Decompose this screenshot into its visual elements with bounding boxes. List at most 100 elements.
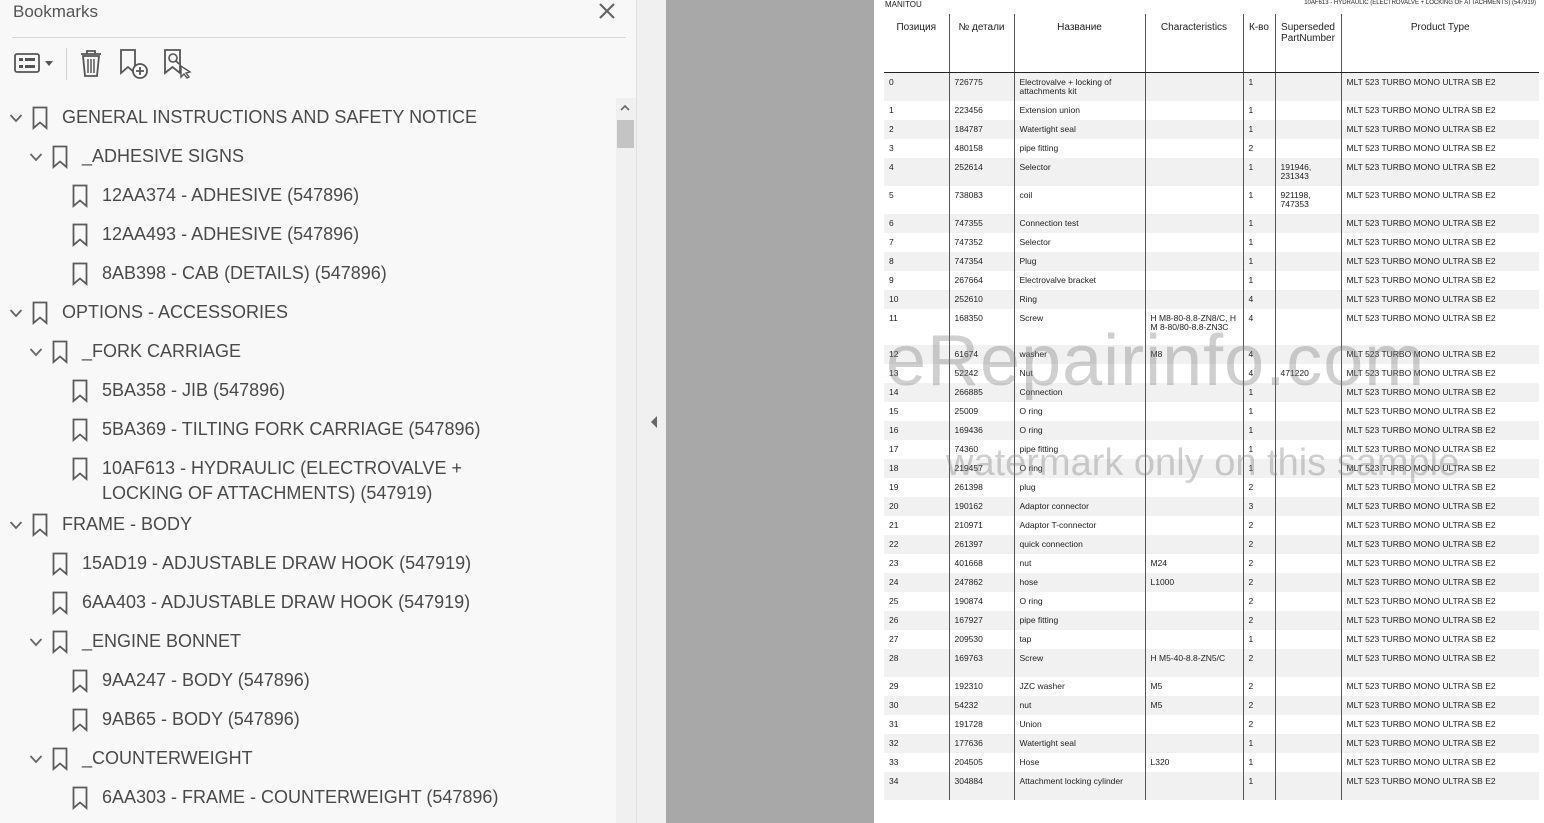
table-cell: Nut [1014, 364, 1146, 383]
table-cell: plug [1014, 478, 1146, 497]
bookmark-item[interactable]: 9AA247 - BODY (547896) [46, 668, 606, 693]
table-cell: 267664 [949, 271, 1015, 290]
table-cell [1145, 421, 1244, 440]
table-cell [1275, 233, 1342, 252]
table-cell: 6 [884, 214, 950, 233]
bookmark-item[interactable]: 9AB65 - BODY (547896) [46, 707, 606, 732]
scroll-thumb[interactable] [617, 120, 634, 148]
bookmark-icon [72, 707, 90, 732]
bookmark-item[interactable]: _ADHESIVE SIGNS [26, 144, 606, 169]
bookmark-item[interactable]: 5BA358 - JIB (547896) [46, 378, 606, 403]
column-header: Позиция [884, 14, 950, 73]
bookmark-label: 6AA403 - ADJUSTABLE DRAW HOOK (547919) [82, 592, 471, 612]
column-header: К-во [1243, 14, 1276, 73]
table-cell: Connection test [1014, 214, 1146, 233]
new-bookmark-icon[interactable] [116, 46, 150, 80]
bookmark-icon [72, 668, 90, 693]
table-cell: 1 [1243, 101, 1276, 120]
bookmark-item[interactable]: 10AF613 - HYDRAULIC (ELECTROVALVE + LOCK… [46, 456, 606, 506]
table-cell: Watertight seal [1014, 734, 1146, 753]
table-cell [1275, 383, 1342, 402]
table-cell: MLT 523 TURBO MONO ULTRA SB E2 [1341, 497, 1539, 516]
panel-splitter[interactable] [636, 0, 667, 823]
close-icon[interactable] [596, 0, 618, 22]
bookmark-item[interactable]: 12AA374 - ADHESIVE (547896) [46, 183, 606, 208]
trash-icon[interactable] [76, 46, 106, 80]
scroll-up-icon[interactable] [618, 101, 632, 115]
table-cell [1275, 459, 1342, 478]
chevron-down-icon[interactable] [26, 339, 46, 364]
table-cell: 20 [884, 497, 950, 516]
table-cell [1275, 535, 1342, 554]
chevron-down-icon[interactable] [6, 300, 26, 325]
table-cell: 2 [1243, 611, 1276, 630]
table-cell: 192310 [949, 677, 1015, 696]
bookmark-label: _ENGINE BONNET [82, 631, 242, 651]
bookmark-item[interactable]: _FORK CARRIAGE [26, 339, 606, 364]
table-cell: 204505 [949, 753, 1015, 772]
table-cell: 3 [884, 139, 950, 158]
table-cell: 28 [884, 649, 950, 677]
table-cell [1275, 478, 1342, 497]
bookmark-icon [52, 144, 70, 169]
bookmark-label: OPTIONS - ACCESSORIES [62, 302, 289, 322]
chevron-down-icon[interactable] [26, 746, 46, 771]
chevron-down-icon[interactable] [26, 629, 46, 654]
table-cell: 2 [1243, 696, 1276, 715]
bookmark-item[interactable]: 12AA493 - ADHESIVE (547896) [46, 222, 606, 247]
options-menu-icon[interactable] [12, 46, 58, 80]
table-cell: 4 [1243, 364, 1276, 383]
table-row: 16 169436 O ring 1 MLT 523 TURBO MONO ULTRA … [884, 421, 1539, 440]
bookmark-label: 8AB398 - CAB (DETAILS) (547896) [102, 263, 387, 283]
bookmark-label: 5BA358 - JIB (547896) [102, 380, 286, 400]
table-cell: MLT 523 TURBO MONO ULTRA SB E2 [1346, 143, 1496, 153]
find-bookmark-icon[interactable] [160, 46, 194, 80]
chevron-down-icon[interactable] [6, 105, 26, 130]
table-cell: 252610 [949, 290, 1015, 309]
table-cell [1145, 715, 1244, 734]
table-row: 11 168350 Screw H M8-80-8.8-ZN8/C, H M 8-80… [884, 309, 1539, 345]
table-cell: pipe fitting [1014, 611, 1146, 630]
table-cell [1275, 753, 1342, 772]
bookmark-item[interactable]: GENERAL INSTRUCTIONS AND SAFETY NOTICE [6, 105, 606, 130]
table-cell: MLT 523 TURBO MONO ULTRA SB E2 [1341, 573, 1539, 592]
table-cell: Selector [1014, 158, 1146, 186]
table-cell: 18 [884, 459, 950, 478]
table-cell [1275, 573, 1342, 592]
table-cell: 1 [884, 101, 950, 120]
scrollbar[interactable] [616, 98, 636, 823]
table-cell: MLT 523 TURBO MONO ULTRA SB E2 [1341, 158, 1539, 186]
table-cell [1275, 214, 1342, 233]
table-cell: MLT 523 TURBO MONO ULTRA SB E2 [1346, 406, 1496, 416]
chevron-down-icon[interactable] [26, 144, 46, 169]
table-cell: MLT 523 TURBO MONO ULTRA SB E2 [1346, 368, 1496, 378]
table-cell: MLT 523 TURBO MONO ULTRA SB E2 [1341, 214, 1539, 233]
bookmark-item[interactable]: 15AD19 - ADJUSTABLE DRAW HOOK (547919) [26, 551, 606, 576]
chevron-down-icon[interactable] [6, 512, 26, 537]
bookmark-item[interactable]: OPTIONS - ACCESSORIES [6, 300, 606, 325]
bookmark-item[interactable]: _ENGINE BONNET [26, 629, 606, 654]
table-cell: Union [1014, 715, 1146, 734]
column-header: Superseded PartNumber [1275, 14, 1342, 73]
bookmark-item[interactable]: 8AB398 - CAB (DETAILS) (547896) [46, 261, 606, 286]
table-cell: 726775 [949, 72, 1015, 101]
table-cell: 210971 [949, 516, 1015, 535]
bookmark-item[interactable]: 6AA403 - ADJUSTABLE DRAW HOOK (547919) [26, 590, 606, 615]
table-cell [1275, 402, 1342, 421]
table-row: 7 747352 Selector 1 MLT 523 TURBO MONO ULTRA… [884, 233, 1539, 252]
table-cell: 168350 [949, 309, 1015, 345]
table-cell [1275, 649, 1342, 677]
table-cell [1275, 715, 1342, 734]
bookmark-item[interactable]: _COUNTERWEIGHT [26, 746, 606, 771]
table-cell: H M5-40-8.8-ZN5/C [1145, 649, 1244, 677]
bookmark-item[interactable]: FRAME - BODY [6, 512, 606, 537]
table-row: 25 190874 O ring 2 MLT 523 TURBO MONO ULTRA … [884, 592, 1539, 611]
table-cell [1275, 72, 1342, 101]
table-cell: pipe fitting [1014, 139, 1146, 158]
bookmark-item[interactable]: 5BA369 - TILTING FORK CARRIAGE (547896) [46, 417, 606, 442]
collapse-panel-icon[interactable] [649, 414, 659, 430]
table-cell: 1 [1243, 252, 1276, 271]
table-cell: 2 [1243, 715, 1276, 734]
bookmark-item[interactable]: 6AA303 - FRAME - COUNTERWEIGHT (547896) [46, 785, 606, 810]
table-cell: O ring [1014, 402, 1146, 421]
